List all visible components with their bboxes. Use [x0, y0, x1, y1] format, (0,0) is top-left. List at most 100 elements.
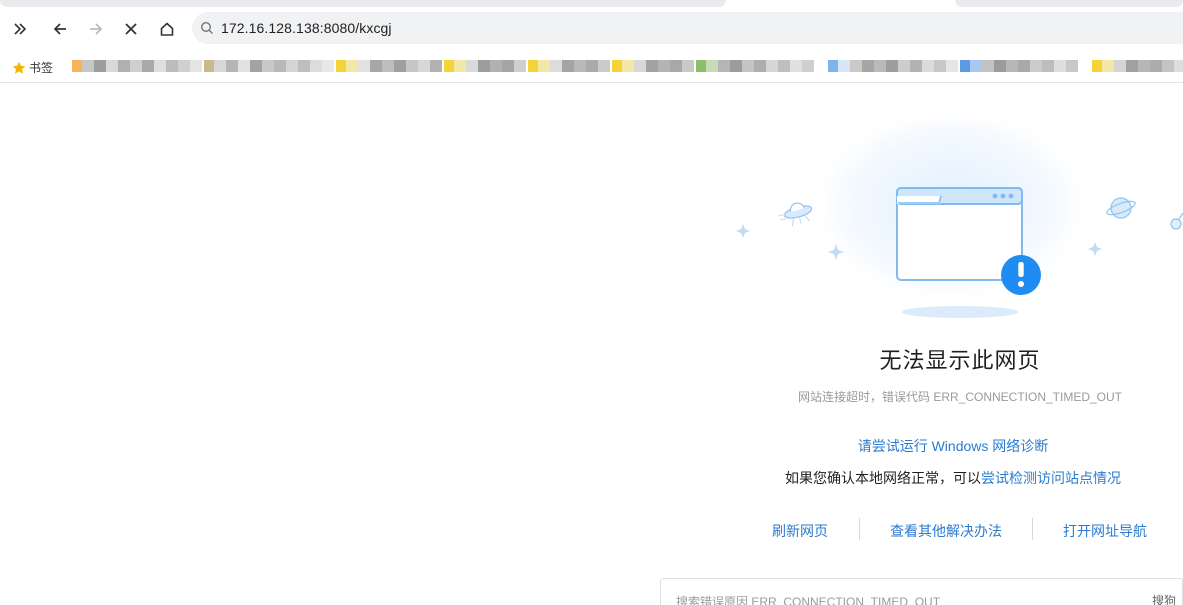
bookmark-title-blur — [946, 60, 958, 72]
bookmark-title-blur — [1042, 60, 1054, 72]
satellite-icon — [1170, 212, 1183, 230]
bookmark-title-blur — [982, 60, 994, 72]
error-illustration — [736, 120, 1183, 318]
bookmark-title-blur — [874, 60, 886, 72]
browser-toolbar: 172.16.128.138:8080/kxcgj — [0, 8, 1183, 50]
bookmarks-button[interactable]: 书签 — [12, 59, 53, 76]
bookmark-title-blur — [478, 60, 490, 72]
bookmark-item[interactable] — [72, 60, 202, 72]
bookmark-title-blur — [970, 60, 982, 72]
bookmark-title-blur — [790, 60, 802, 72]
bookmark-title-blur — [418, 60, 430, 72]
divider — [1032, 518, 1033, 540]
bookmark-title-blur — [730, 60, 742, 72]
bookmark-title-blur — [82, 60, 94, 72]
bookmark-title-blur — [190, 60, 202, 72]
bookmark-title-blur — [94, 60, 106, 72]
bookmark-title-blur — [574, 60, 586, 72]
bookmark-favicon-icon — [612, 60, 622, 72]
bookmark-item[interactable] — [204, 60, 334, 72]
bookmark-title-blur — [286, 60, 298, 72]
error-subtitle: 网站连接超时，错误代码 ERR_CONNECTION_TIMED_OUT — [797, 390, 1123, 404]
bookmark-title-blur — [838, 60, 850, 72]
search-placeholder[interactable]: 搜索错误原因 ERR_CONNECTION_TIMED_OUT — [676, 593, 940, 605]
error-actions: 刷新网页 查看其他解决办法 打开网址导航 — [752, 518, 1172, 542]
url-navigation-link[interactable]: 打开网址导航 — [1063, 521, 1147, 541]
bookmark-title-blur — [658, 60, 670, 72]
bookmark-title-blur — [514, 60, 526, 72]
bookmark-title-blur — [586, 60, 598, 72]
error-title: 无法显示此网页 — [879, 348, 1041, 373]
address-bar[interactable]: 172.16.128.138:8080/kxcgj — [192, 12, 1183, 44]
bookmark-title-blur — [262, 60, 274, 72]
bookmark-title-blur — [1138, 60, 1150, 72]
bookmark-title-blur — [1018, 60, 1030, 72]
bookmark-title-blur — [274, 60, 286, 72]
refresh-page-link[interactable]: 刷新网页 — [772, 521, 828, 541]
error-search-box[interactable]: 搜索错误原因 ERR_CONNECTION_TIMED_OUT 搜狗 — [660, 578, 1183, 605]
back-button[interactable] — [45, 14, 75, 44]
planet-icon — [1106, 197, 1136, 219]
divider — [859, 518, 860, 540]
bookmark-title-blur — [862, 60, 874, 72]
bookmark-title-blur — [298, 60, 310, 72]
bookmark-title-blur — [346, 60, 358, 72]
alert-icon — [1001, 255, 1041, 295]
bookmark-title-blur — [238, 60, 250, 72]
bookmark-title-blur — [322, 60, 334, 72]
bookmark-title-blur — [1006, 60, 1018, 72]
bookmark-title-blur — [622, 60, 634, 72]
bookmark-title-blur — [1174, 60, 1183, 72]
bookmark-title-blur — [682, 60, 694, 72]
bookmark-title-blur — [1030, 60, 1042, 72]
bookmark-item[interactable] — [612, 60, 694, 72]
bookmark-title-blur — [1126, 60, 1138, 72]
bookmark-favicon-icon — [336, 60, 346, 72]
stop-loading-button[interactable] — [116, 14, 146, 44]
close-icon — [125, 23, 137, 35]
other-solutions-link[interactable]: 查看其他解决办法 — [890, 521, 1002, 541]
bookmark-item[interactable] — [828, 60, 958, 72]
search-engine-button[interactable]: 搜狗 — [1152, 592, 1176, 605]
arrow-left-icon — [53, 23, 66, 35]
check-site-link[interactable]: 尝试检测访问站点情况 — [981, 470, 1121, 486]
forward-button[interactable] — [81, 14, 111, 44]
bookmark-title-blur — [1150, 60, 1162, 72]
bookmark-title-blur — [370, 60, 382, 72]
tab-inactive[interactable] — [955, 0, 1183, 7]
bookmark-item[interactable] — [444, 60, 526, 72]
bookmark-title-blur — [142, 60, 154, 72]
bookmark-title-blur — [802, 60, 814, 72]
double-chevron-right-icon — [14, 23, 27, 35]
bookmark-title-blur — [502, 60, 514, 72]
bookmark-title-blur — [430, 60, 442, 72]
network-diagnostics-link[interactable]: 请尝试运行 Windows 网络诊断 — [760, 436, 1146, 456]
bookmark-title-blur — [166, 60, 178, 72]
bookmark-title-blur — [1162, 60, 1174, 72]
url-text[interactable]: 172.16.128.138:8080/kxcgj — [221, 20, 392, 36]
tab-strip — [0, 0, 1183, 8]
bookmark-title-blur — [670, 60, 682, 72]
bookmark-title-blur — [178, 60, 190, 72]
bookmark-title-blur — [550, 60, 562, 72]
bookmark-item[interactable] — [528, 60, 610, 72]
bookmark-title-blur — [226, 60, 238, 72]
bookmark-favicon-icon — [1092, 60, 1102, 72]
bookmark-favicon-icon — [696, 60, 706, 72]
home-icon — [160, 22, 174, 36]
bookmark-item[interactable] — [336, 60, 442, 72]
bookmark-item[interactable] — [1092, 60, 1183, 72]
bookmark-item[interactable] — [960, 60, 1078, 72]
bookmark-title-blur — [250, 60, 262, 72]
bookmark-title-blur — [598, 60, 610, 72]
bookmark-title-blur — [118, 60, 130, 72]
tab-inactive[interactable] — [0, 0, 726, 7]
bookmark-title-blur — [130, 60, 142, 72]
home-button[interactable] — [152, 14, 182, 44]
search-icon — [200, 21, 213, 34]
bookmark-title-blur — [406, 60, 418, 72]
bookmark-favicon-icon — [828, 60, 838, 72]
bookmark-title-blur — [358, 60, 370, 72]
bookmark-item[interactable] — [696, 60, 814, 72]
sidebar-toggle-button[interactable] — [5, 14, 35, 44]
